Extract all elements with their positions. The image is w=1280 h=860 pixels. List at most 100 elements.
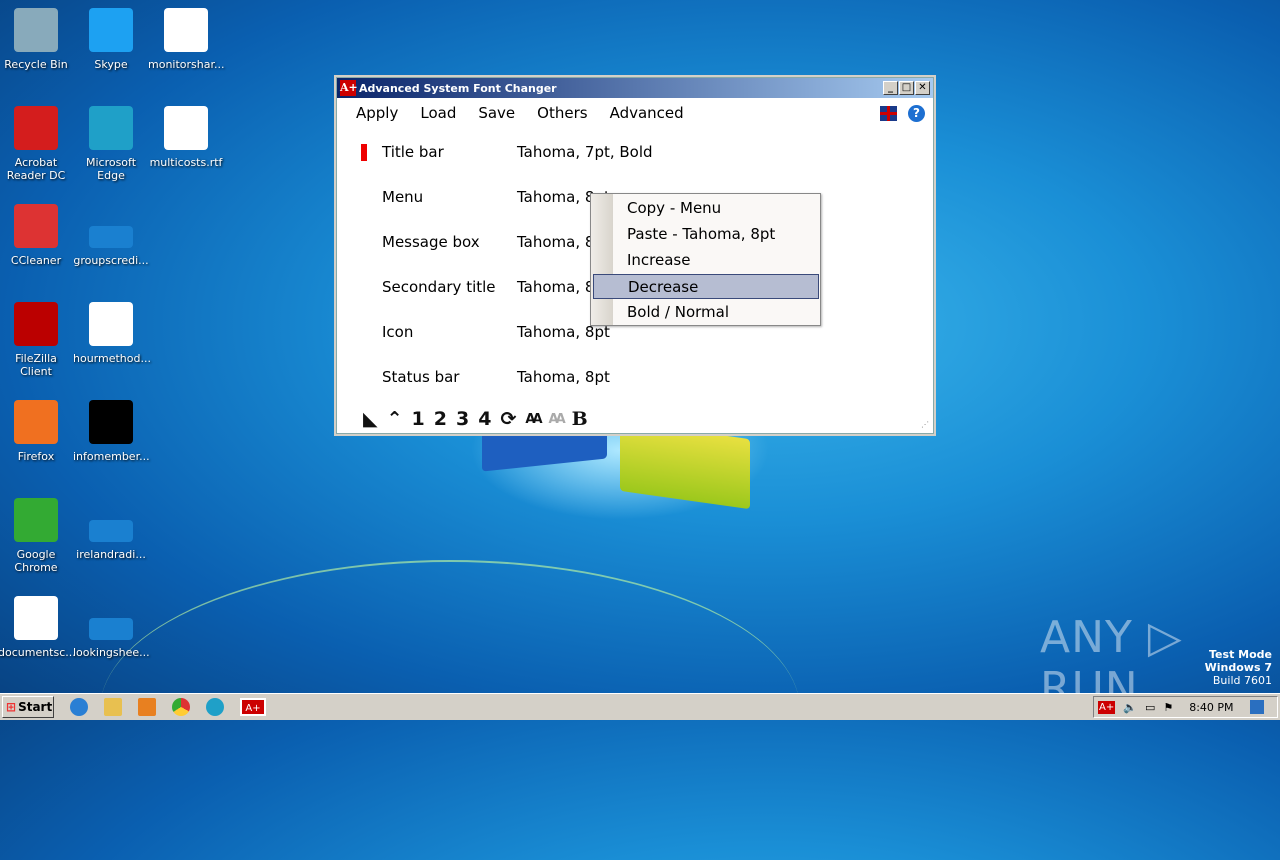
blank-file-icon: [89, 226, 133, 248]
maximize-button[interactable]: □: [899, 81, 914, 95]
context-menu: Copy - Menu Paste - Tahoma, 8pt Increase De…: [590, 193, 821, 326]
chrome-icon[interactable]: [172, 698, 190, 716]
desktop-icon-label: infomember...: [73, 450, 150, 463]
edge-icon: [89, 106, 133, 150]
desktop-icon[interactable]: Skype: [73, 8, 149, 71]
desktop-icon[interactable]: CCleaner: [0, 204, 74, 267]
show-desktop-button[interactable]: [1249, 700, 1264, 714]
edge-icon[interactable]: [206, 698, 224, 716]
desktop-icon[interactable]: lookingshee...: [73, 596, 150, 659]
network-icon[interactable]: ▭: [1145, 701, 1155, 714]
flag-icon[interactable]: ⚑: [1163, 701, 1173, 714]
font-size-disabled-icon[interactable]: AA: [549, 412, 566, 427]
desktop-icon[interactable]: Google Chrome: [0, 498, 74, 574]
element-name: Status bar: [382, 368, 460, 386]
ccleaner-icon: [14, 204, 58, 248]
clock[interactable]: 8:40 PM: [1189, 701, 1233, 714]
word-doc-icon: [89, 302, 133, 346]
close-button[interactable]: ✕: [915, 81, 930, 95]
system-tray: A+ 🔈 ▭ ⚑ 8:40 PM: [1093, 696, 1278, 718]
context-menu-item[interactable]: Increase: [593, 248, 819, 273]
font-changer-taskbar-button[interactable]: A+: [240, 698, 266, 716]
blank-file-icon: [89, 618, 133, 640]
menu-others[interactable]: Others: [537, 104, 587, 122]
desktop-icon-label: monitorshar...: [148, 58, 225, 71]
desktop-icon[interactable]: Acrobat Reader DC: [0, 106, 74, 182]
desktop-icon[interactable]: groupscredi...: [73, 204, 149, 267]
toolbar: ◣ ⌃ 1 2 3 4 ⟳ AA AA B: [363, 408, 588, 430]
skype-icon: [89, 8, 133, 52]
font-setting-row[interactable]: Secondary title Tahoma, 8pt: [382, 278, 610, 296]
title-bar[interactable]: A+ Advanced System Font Changer _ □ ✕: [337, 78, 933, 98]
black-file-icon: [89, 400, 133, 444]
bold-up-icon[interactable]: ⌃: [387, 408, 403, 430]
desktop-icon[interactable]: Recycle Bin: [0, 8, 74, 71]
acrobat-icon: [14, 106, 58, 150]
desktop-icon[interactable]: hourmethod...: [73, 302, 151, 365]
element-name: Message box: [382, 233, 480, 251]
context-menu-item[interactable]: Bold / Normal: [593, 300, 819, 325]
firefox-icon: [14, 400, 58, 444]
preset-4-button[interactable]: 4: [478, 408, 491, 430]
filezilla-icon: [14, 302, 58, 346]
desktop-icon[interactable]: monitorshar...: [148, 8, 224, 71]
volume-icon[interactable]: 🔈: [1123, 701, 1137, 714]
word-doc-icon: [14, 596, 58, 640]
selected-row-marker: [361, 144, 367, 161]
desktop-icon[interactable]: irelandradi...: [73, 498, 149, 561]
help-icon[interactable]: ?: [908, 105, 925, 122]
start-button[interactable]: ⊞ Start: [2, 696, 54, 718]
font-setting-row[interactable]: Title bar Tahoma, 7pt, Bold: [382, 143, 653, 161]
refresh-icon[interactable]: ⟳: [500, 408, 516, 430]
reset-icon[interactable]: ◣: [363, 408, 378, 430]
desktop-icon-label: Skype: [94, 58, 128, 71]
ie-icon[interactable]: [70, 698, 88, 716]
font-setting-row[interactable]: Message box Tahoma, 8pt: [382, 233, 610, 251]
element-name: Icon: [382, 323, 414, 341]
explorer-icon[interactable]: [104, 698, 122, 716]
desktop-icon[interactable]: Firefox: [0, 400, 74, 463]
resize-grip[interactable]: ⋰: [921, 420, 929, 429]
desktop-icon[interactable]: documentsc...: [0, 596, 76, 659]
desktop-icon-label: Recycle Bin: [4, 58, 68, 71]
desktop-icon-label: CCleaner: [10, 254, 62, 267]
font-value: Tahoma, 7pt, Bold: [517, 143, 653, 161]
windows-logo-icon: ⊞: [6, 700, 17, 714]
font-changer-tray-icon[interactable]: A+: [1098, 700, 1116, 714]
uk-flag-icon[interactable]: [880, 106, 897, 121]
menu-apply[interactable]: Apply: [356, 104, 398, 122]
element-name: Secondary title: [382, 278, 496, 296]
menu-advanced[interactable]: Advanced: [610, 104, 684, 122]
desktop-icon-label: Microsoft Edge: [85, 156, 137, 182]
minimize-button[interactable]: _: [883, 81, 898, 95]
window-title: Advanced System Font Changer: [359, 81, 557, 95]
app-icon: A+: [340, 80, 358, 96]
context-menu-item[interactable]: Decrease: [593, 274, 819, 299]
font-setting-row[interactable]: Icon Tahoma, 8pt: [382, 323, 610, 341]
desktop-icon[interactable]: infomember...: [73, 400, 150, 463]
blank-file-icon: [89, 520, 133, 542]
font-setting-row[interactable]: Menu Tahoma, 8pt: [382, 188, 610, 206]
context-menu-item[interactable]: Copy - Menu: [593, 196, 819, 221]
desktop-icon-label: Acrobat Reader DC: [6, 156, 66, 182]
context-menu-item[interactable]: Paste - Tahoma, 8pt: [593, 222, 819, 247]
desktop-icon[interactable]: FileZilla Client: [0, 302, 74, 378]
desktop-icon[interactable]: Microsoft Edge: [73, 106, 149, 182]
test-mode-watermark: Test Mode Windows 7 Build 7601: [1204, 648, 1272, 687]
word-doc-icon: [164, 8, 208, 52]
desktop-icon[interactable]: multicosts.rtf: [148, 106, 224, 169]
desktop-icon-label: multicosts.rtf: [149, 156, 223, 169]
menu-save[interactable]: Save: [478, 104, 515, 122]
font-setting-row[interactable]: Status bar Tahoma, 8pt: [382, 368, 610, 386]
recycle-bin-icon: [14, 8, 58, 52]
media-player-icon[interactable]: [138, 698, 156, 716]
preset-3-button[interactable]: 3: [456, 408, 469, 430]
font-size-icon[interactable]: AA: [525, 412, 542, 427]
preset-2-button[interactable]: 2: [434, 408, 447, 430]
preset-1-button[interactable]: 1: [412, 408, 425, 430]
desktop-icon-label: documentsc...: [0, 646, 76, 659]
bold-icon[interactable]: B: [572, 408, 588, 430]
chrome-icon: [14, 498, 58, 542]
element-name: Menu: [382, 188, 424, 206]
menu-load[interactable]: Load: [420, 104, 456, 122]
